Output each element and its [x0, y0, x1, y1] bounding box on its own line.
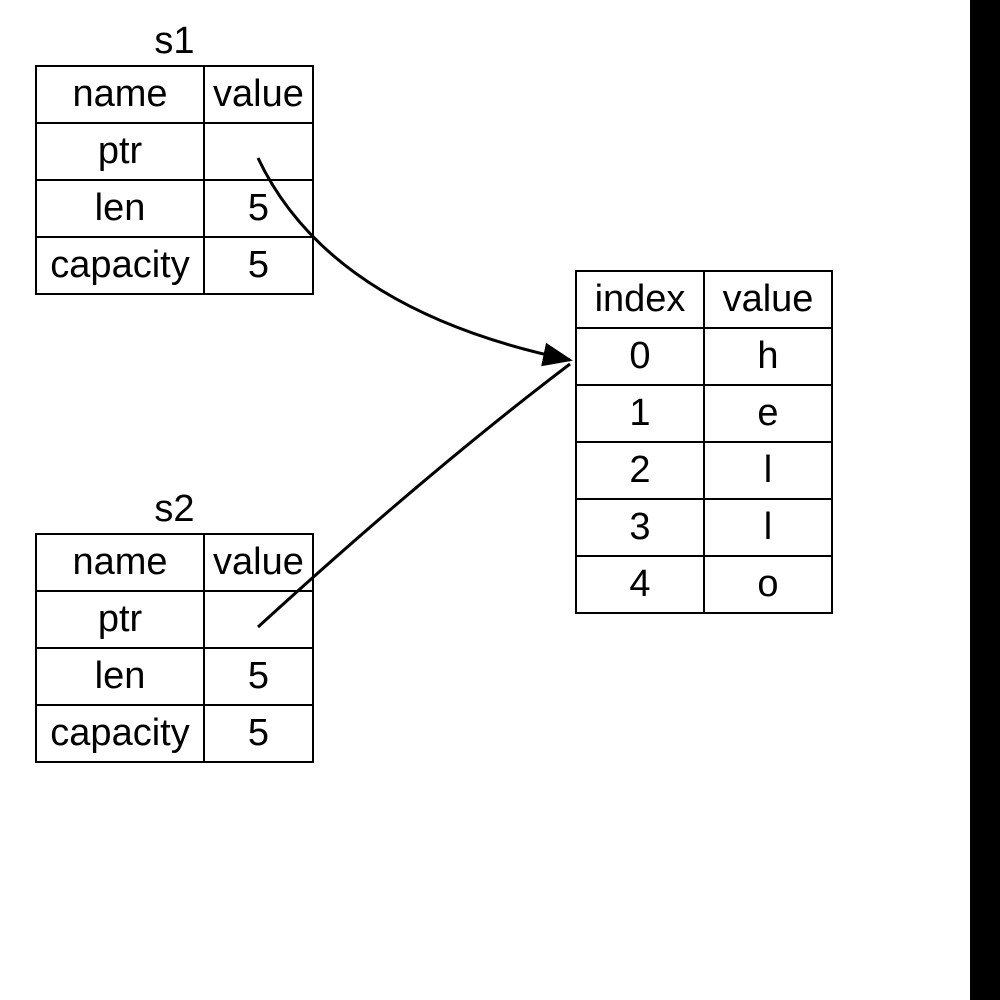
cell-value: 5 — [204, 237, 313, 294]
s1-block: s1 name value ptr len 5 capacity 5 — [35, 20, 314, 295]
cell-name: len — [36, 648, 204, 705]
s2-table: name value ptr len 5 capacity 5 — [35, 533, 314, 763]
cell-name: len — [36, 180, 204, 237]
table-row: ptr — [36, 123, 313, 180]
cell-value — [204, 123, 313, 180]
header-name: name — [36, 66, 204, 123]
cell-value: l — [704, 442, 832, 499]
cell-value: 5 — [204, 180, 313, 237]
cell-value: 5 — [204, 648, 313, 705]
table-row: capacity 5 — [36, 237, 313, 294]
header-value: value — [704, 271, 832, 328]
cell-index: 2 — [576, 442, 704, 499]
cell-value: e — [704, 385, 832, 442]
header-value: value — [204, 534, 313, 591]
table-header-row: name value — [36, 66, 313, 123]
table-row: 0 h — [576, 328, 832, 385]
cell-value: h — [704, 328, 832, 385]
heap-table: index value 0 h 1 e 2 l 3 l 4 o — [575, 270, 833, 614]
header-value: value — [204, 66, 313, 123]
header-index: index — [576, 271, 704, 328]
s1-table: name value ptr len 5 capacity 5 — [35, 65, 314, 295]
cell-name: capacity — [36, 705, 204, 762]
cell-name: ptr — [36, 591, 204, 648]
table-header-row: name value — [36, 534, 313, 591]
s2-block: s2 name value ptr len 5 capacity 5 — [35, 488, 314, 763]
cell-index: 3 — [576, 499, 704, 556]
diagram-container: s1 name value ptr len 5 capacity 5 s2 — [0, 0, 1000, 1000]
cell-index: 1 — [576, 385, 704, 442]
right-black-bar — [970, 0, 1000, 1000]
table-row: 3 l — [576, 499, 832, 556]
table-row: ptr — [36, 591, 313, 648]
s2-title: s2 — [35, 488, 314, 531]
heap-block: index value 0 h 1 e 2 l 3 l 4 o — [575, 270, 833, 614]
cell-value: 5 — [204, 705, 313, 762]
table-row: len 5 — [36, 180, 313, 237]
header-name: name — [36, 534, 204, 591]
table-row: 1 e — [576, 385, 832, 442]
table-row: capacity 5 — [36, 705, 313, 762]
table-row: 2 l — [576, 442, 832, 499]
cell-value: o — [704, 556, 832, 613]
cell-value: l — [704, 499, 832, 556]
cell-name: capacity — [36, 237, 204, 294]
cell-name: ptr — [36, 123, 204, 180]
cell-index: 4 — [576, 556, 704, 613]
table-row: 4 o — [576, 556, 832, 613]
cell-value — [204, 591, 313, 648]
s1-title: s1 — [35, 20, 314, 63]
table-header-row: index value — [576, 271, 832, 328]
table-row: len 5 — [36, 648, 313, 705]
cell-index: 0 — [576, 328, 704, 385]
